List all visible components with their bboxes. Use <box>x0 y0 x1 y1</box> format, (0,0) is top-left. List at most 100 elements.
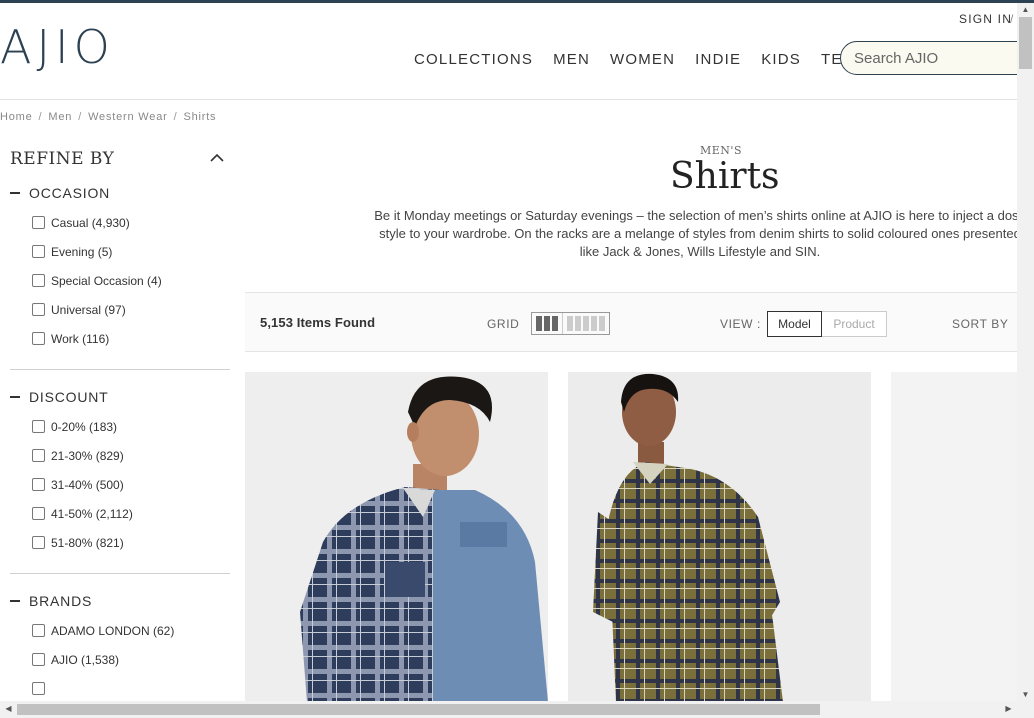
grid-label: GRID <box>487 317 520 331</box>
facet-brands: BRANDS ADAMO LONDON (62) AJIO (1,538) <box>10 586 230 718</box>
collapse-icon <box>10 396 20 398</box>
option-label: Work (116) <box>51 331 110 346</box>
breadcrumb-shirts: Shirts <box>183 111 217 123</box>
nav-men[interactable]: MEN <box>553 51 590 69</box>
search-box <box>840 41 1034 75</box>
category-title: Shirts <box>670 156 780 197</box>
facet-header-brands[interactable]: BRANDS <box>10 586 230 616</box>
filter-option[interactable]: Special Occasion (4) <box>10 266 230 295</box>
checkbox[interactable] <box>32 420 45 433</box>
option-label: Casual (4,930) <box>51 215 130 230</box>
checkbox[interactable] <box>32 478 45 491</box>
product-card[interactable] <box>891 372 1017 702</box>
scroll-left-icon[interactable]: ◀ <box>0 704 17 713</box>
filter-option[interactable]: AJIO (1,538) <box>10 645 230 674</box>
signin-separator: / <box>1010 12 1014 26</box>
filter-option[interactable] <box>10 674 230 703</box>
breadcrumb-separator: / <box>173 111 178 123</box>
nav-kids[interactable]: KIDS <box>761 51 801 69</box>
scroll-right-icon[interactable]: ▶ <box>1000 704 1017 713</box>
view-product-button[interactable]: Product <box>822 311 887 337</box>
checkbox[interactable] <box>32 274 45 287</box>
collapse-icon <box>10 192 20 194</box>
option-label: Evening (5) <box>51 244 113 259</box>
checkbox[interactable] <box>32 507 45 520</box>
checkbox[interactable] <box>32 216 45 229</box>
checkbox[interactable] <box>32 449 45 462</box>
scrollbar-thumb[interactable] <box>1019 17 1032 69</box>
nav-indie[interactable]: INDIE <box>695 51 741 69</box>
vertical-scrollbar[interactable]: ▲ ▼ <box>1017 3 1034 701</box>
breadcrumb-separator: / <box>78 111 83 123</box>
option-label: 31-40% (500) <box>51 477 124 492</box>
option-label: 0-20% (183) <box>51 419 118 434</box>
filter-sidebar: REFINE BY OCCASION Casual (4,930) Evenin… <box>10 142 230 718</box>
facet-title: DISCOUNT <box>29 389 109 405</box>
option-label: 51-80% (821) <box>51 535 124 550</box>
grid-3-column-icon[interactable] <box>532 313 563 334</box>
option-label: ADAMO LONDON (62) <box>51 623 175 638</box>
option-label: Special Occasion (4) <box>51 273 162 288</box>
filter-option[interactable]: ADAMO LONDON (62) <box>10 616 230 645</box>
checkbox[interactable] <box>32 624 45 637</box>
view-model-button[interactable]: Model <box>767 311 822 337</box>
scroll-up-icon[interactable]: ▲ <box>1017 5 1034 14</box>
category-description: Be it Monday meetings or Saturday evenin… <box>355 207 1034 261</box>
chevron-up-icon[interactable] <box>210 153 224 165</box>
checkbox[interactable] <box>32 245 45 258</box>
refine-title: REFINE BY <box>10 149 115 169</box>
checkbox[interactable] <box>32 303 45 316</box>
sort-by-dropdown[interactable]: SORT BY <box>952 317 1008 331</box>
description-line: Be it Monday meetings or Saturday evenin… <box>374 208 1026 223</box>
refine-header[interactable]: REFINE BY <box>10 142 230 176</box>
product-card[interactable] <box>245 372 548 702</box>
facet-header-occasion[interactable]: OCCASION <box>10 178 230 208</box>
facet-title: BRANDS <box>29 593 93 609</box>
facet-header-discount[interactable]: DISCOUNT <box>10 382 230 412</box>
breadcrumb-western-wear[interactable]: Western Wear <box>88 111 168 123</box>
site-header: AJIO SIGN IN / COLLECTIONS MEN WOMEN IND… <box>0 3 1034 100</box>
breadcrumb-home[interactable]: Home <box>0 111 33 123</box>
filter-option[interactable]: 31-40% (500) <box>10 470 230 499</box>
filter-option[interactable]: 21-30% (829) <box>10 441 230 470</box>
filter-option[interactable]: Evening (5) <box>10 237 230 266</box>
option-label: 21-30% (829) <box>51 448 124 463</box>
filter-option[interactable]: 51-80% (821) <box>10 528 230 557</box>
breadcrumb-men[interactable]: Men <box>48 111 72 123</box>
scrollbar-thumb[interactable] <box>17 704 820 715</box>
product-card[interactable] <box>568 372 871 702</box>
listing-toolbar: 5,153 Items Found GRID VIEW : Model Prod… <box>245 292 1017 352</box>
filter-option[interactable]: Work (116) <box>10 324 230 353</box>
checkbox[interactable] <box>32 536 45 549</box>
checkbox[interactable] <box>32 332 45 345</box>
main-nav: COLLECTIONS MEN WOMEN INDIE KIDS TECH <box>414 51 887 69</box>
breadcrumb: Home / Men / Western Wear / Shirts <box>0 111 216 123</box>
grid-toggle <box>531 312 610 335</box>
collapse-icon <box>10 600 20 602</box>
ajio-logo[interactable]: AJIO <box>0 21 115 73</box>
checkbox[interactable] <box>32 682 45 695</box>
scroll-down-icon[interactable]: ▼ <box>1017 690 1034 699</box>
option-label: Universal (97) <box>51 302 126 317</box>
checkbox[interactable] <box>32 653 45 666</box>
nav-collections[interactable]: COLLECTIONS <box>414 51 533 69</box>
facet-title: OCCASION <box>29 185 111 201</box>
search-input[interactable] <box>854 50 1024 67</box>
grid-5-column-icon[interactable] <box>563 313 609 334</box>
product-image <box>568 372 871 702</box>
filter-option[interactable]: 41-50% (2,112) <box>10 499 230 528</box>
breadcrumb-separator: / <box>38 111 43 123</box>
horizontal-scrollbar[interactable]: ◀ ▶ <box>0 701 1034 718</box>
filter-option[interactable]: Universal (97) <box>10 295 230 324</box>
filter-option[interactable]: 0-20% (183) <box>10 412 230 441</box>
sign-in-link[interactable]: SIGN IN <box>959 12 1012 26</box>
product-image <box>891 372 1017 702</box>
items-count: 5,153 Items Found <box>260 315 376 330</box>
description-line: style to your wardrobe. On the racks are… <box>379 226 1021 241</box>
filter-option[interactable]: Casual (4,930) <box>10 208 230 237</box>
option-label: 41-50% (2,112) <box>51 506 133 521</box>
facet-occasion: OCCASION Casual (4,930) Evening (5) Spec… <box>10 178 230 370</box>
description-line: like Jack & Jones, Wills Lifestyle and S… <box>579 244 821 259</box>
view-label: VIEW : <box>720 317 761 331</box>
nav-women[interactable]: WOMEN <box>610 51 675 69</box>
